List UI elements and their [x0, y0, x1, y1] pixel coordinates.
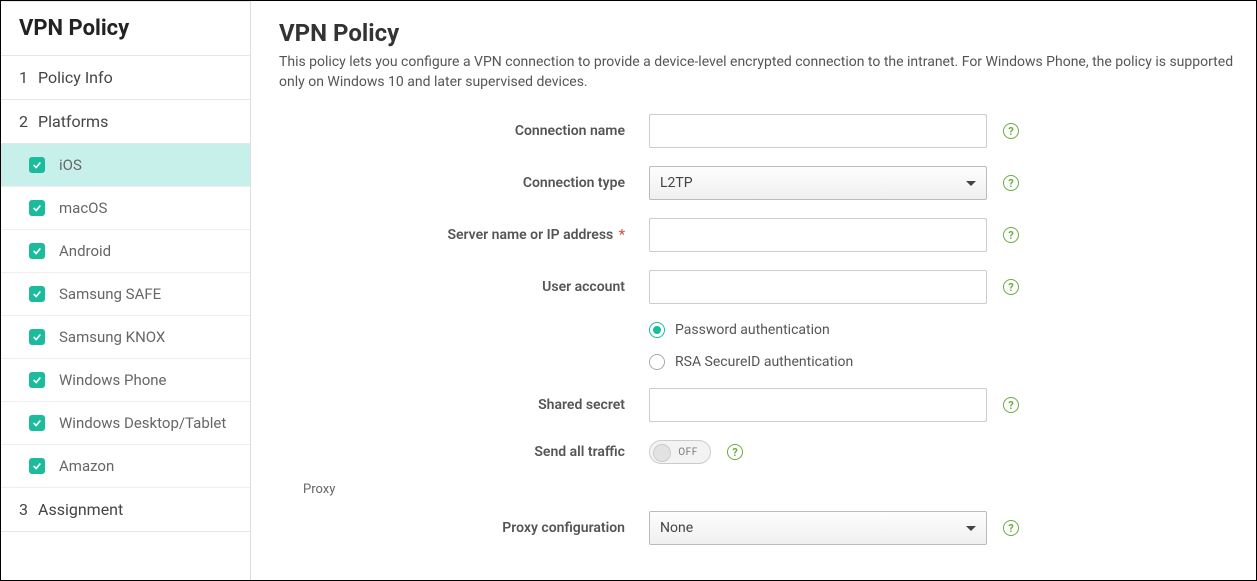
auth-password-radio[interactable]: Password authentication — [649, 322, 853, 338]
help-icon[interactable]: ? — [1003, 227, 1019, 243]
auth-radio-group: Password authentication RSA SecureID aut… — [649, 322, 853, 370]
shared-secret-input[interactable] — [649, 388, 987, 422]
platform-label: macOS — [59, 199, 107, 217]
check-icon — [29, 157, 45, 173]
row-send-all-traffic: Send all traffic OFF ? — [279, 440, 1250, 464]
row-connection-type: Connection type L2TP ? — [279, 166, 1250, 200]
step-number: 1 — [19, 68, 28, 87]
row-auth-options: Password authentication RSA SecureID aut… — [279, 322, 1250, 370]
control-wrap: L2TP ? — [649, 166, 1019, 200]
label-text: Server name or IP address — [447, 227, 613, 243]
chevron-down-icon — [966, 526, 976, 531]
platform-windows-phone[interactable]: Windows Phone — [1, 359, 250, 402]
platform-label: Samsung KNOX — [59, 328, 165, 346]
platform-ios[interactable]: iOS — [1, 144, 250, 187]
user-account-input[interactable] — [649, 270, 987, 304]
label-connection-name: Connection name — [279, 123, 649, 139]
label-proxy-config: Proxy configuration — [279, 520, 649, 536]
label-send-all-traffic: Send all traffic — [279, 444, 649, 460]
step-label: Platforms — [38, 112, 108, 131]
label-server-name: Server name or IP address * — [279, 227, 649, 243]
sidebar: VPN Policy 1 Policy Info 2 Platforms iOS… — [1, 1, 251, 580]
control-wrap: ? — [649, 270, 1019, 304]
row-user-account: User account ? — [279, 270, 1250, 304]
check-icon — [29, 243, 45, 259]
page-title: VPN Policy — [279, 19, 1250, 47]
step-label: Assignment — [38, 500, 123, 519]
proxy-config-select[interactable]: None — [649, 511, 987, 545]
platform-label: iOS — [59, 156, 82, 174]
step-number: 2 — [19, 112, 28, 131]
label-user-account: User account — [279, 279, 649, 295]
label-connection-type: Connection type — [279, 175, 649, 191]
step-number: 3 — [19, 500, 28, 519]
step-label: Policy Info — [38, 68, 113, 87]
platform-label: Windows Desktop/Tablet — [59, 414, 226, 432]
help-icon[interactable]: ? — [1003, 520, 1019, 536]
radio-label: Password authentication — [675, 322, 830, 338]
section-proxy-label: Proxy — [303, 482, 1250, 497]
radio-icon — [649, 322, 665, 338]
connection-type-select[interactable]: L2TP — [649, 166, 987, 200]
row-server-name: Server name or IP address * ? — [279, 218, 1250, 252]
platform-label: Android — [59, 242, 111, 260]
help-icon[interactable]: ? — [1003, 279, 1019, 295]
platform-amazon[interactable]: Amazon — [1, 445, 250, 488]
control-wrap: None ? — [649, 511, 1019, 545]
platform-macos[interactable]: macOS — [1, 187, 250, 230]
row-shared-secret: Shared secret ? — [279, 388, 1250, 422]
step-assignment[interactable]: 3 Assignment — [1, 488, 250, 532]
platform-windows-desktop[interactable]: Windows Desktop/Tablet — [1, 402, 250, 445]
help-icon[interactable]: ? — [727, 444, 743, 460]
control-wrap: ? — [649, 114, 1019, 148]
toggle-label: OFF — [678, 447, 697, 458]
check-icon — [29, 415, 45, 431]
select-value: L2TP — [660, 175, 693, 191]
send-all-traffic-toggle[interactable]: OFF — [649, 440, 711, 464]
radio-label: RSA SecureID authentication — [675, 354, 853, 370]
platform-label: Samsung SAFE — [59, 285, 161, 303]
select-value: None — [660, 520, 693, 536]
connection-name-input[interactable] — [649, 114, 987, 148]
page-description: This policy lets you configure a VPN con… — [279, 53, 1249, 92]
help-icon[interactable]: ? — [1003, 397, 1019, 413]
control-wrap: OFF ? — [649, 440, 743, 464]
app-root: VPN Policy 1 Policy Info 2 Platforms iOS… — [0, 0, 1257, 581]
check-icon — [29, 286, 45, 302]
step-policy-info[interactable]: 1 Policy Info — [1, 56, 250, 100]
server-name-input[interactable] — [649, 218, 987, 252]
help-icon[interactable]: ? — [1003, 175, 1019, 191]
check-icon — [29, 200, 45, 216]
control-wrap: ? — [649, 218, 1019, 252]
required-marker: * — [619, 227, 625, 243]
label-shared-secret: Shared secret — [279, 397, 649, 413]
row-proxy-config: Proxy configuration None ? — [279, 511, 1250, 545]
auth-rsa-radio[interactable]: RSA SecureID authentication — [649, 354, 853, 370]
step-platforms[interactable]: 2 Platforms — [1, 100, 250, 144]
platform-samsung-safe[interactable]: Samsung SAFE — [1, 273, 250, 316]
chevron-down-icon — [966, 181, 976, 186]
platform-label: Windows Phone — [59, 371, 167, 389]
control-wrap: ? — [649, 388, 1019, 422]
row-connection-name: Connection name ? — [279, 114, 1250, 148]
check-icon — [29, 372, 45, 388]
platform-samsung-knox[interactable]: Samsung KNOX — [1, 316, 250, 359]
check-icon — [29, 458, 45, 474]
radio-icon — [649, 354, 665, 370]
check-icon — [29, 329, 45, 345]
platform-android[interactable]: Android — [1, 230, 250, 273]
help-icon[interactable]: ? — [1003, 123, 1019, 139]
platform-label: Amazon — [59, 457, 114, 475]
main-panel: VPN Policy This policy lets you configur… — [251, 1, 1256, 580]
sidebar-title: VPN Policy — [1, 1, 250, 56]
